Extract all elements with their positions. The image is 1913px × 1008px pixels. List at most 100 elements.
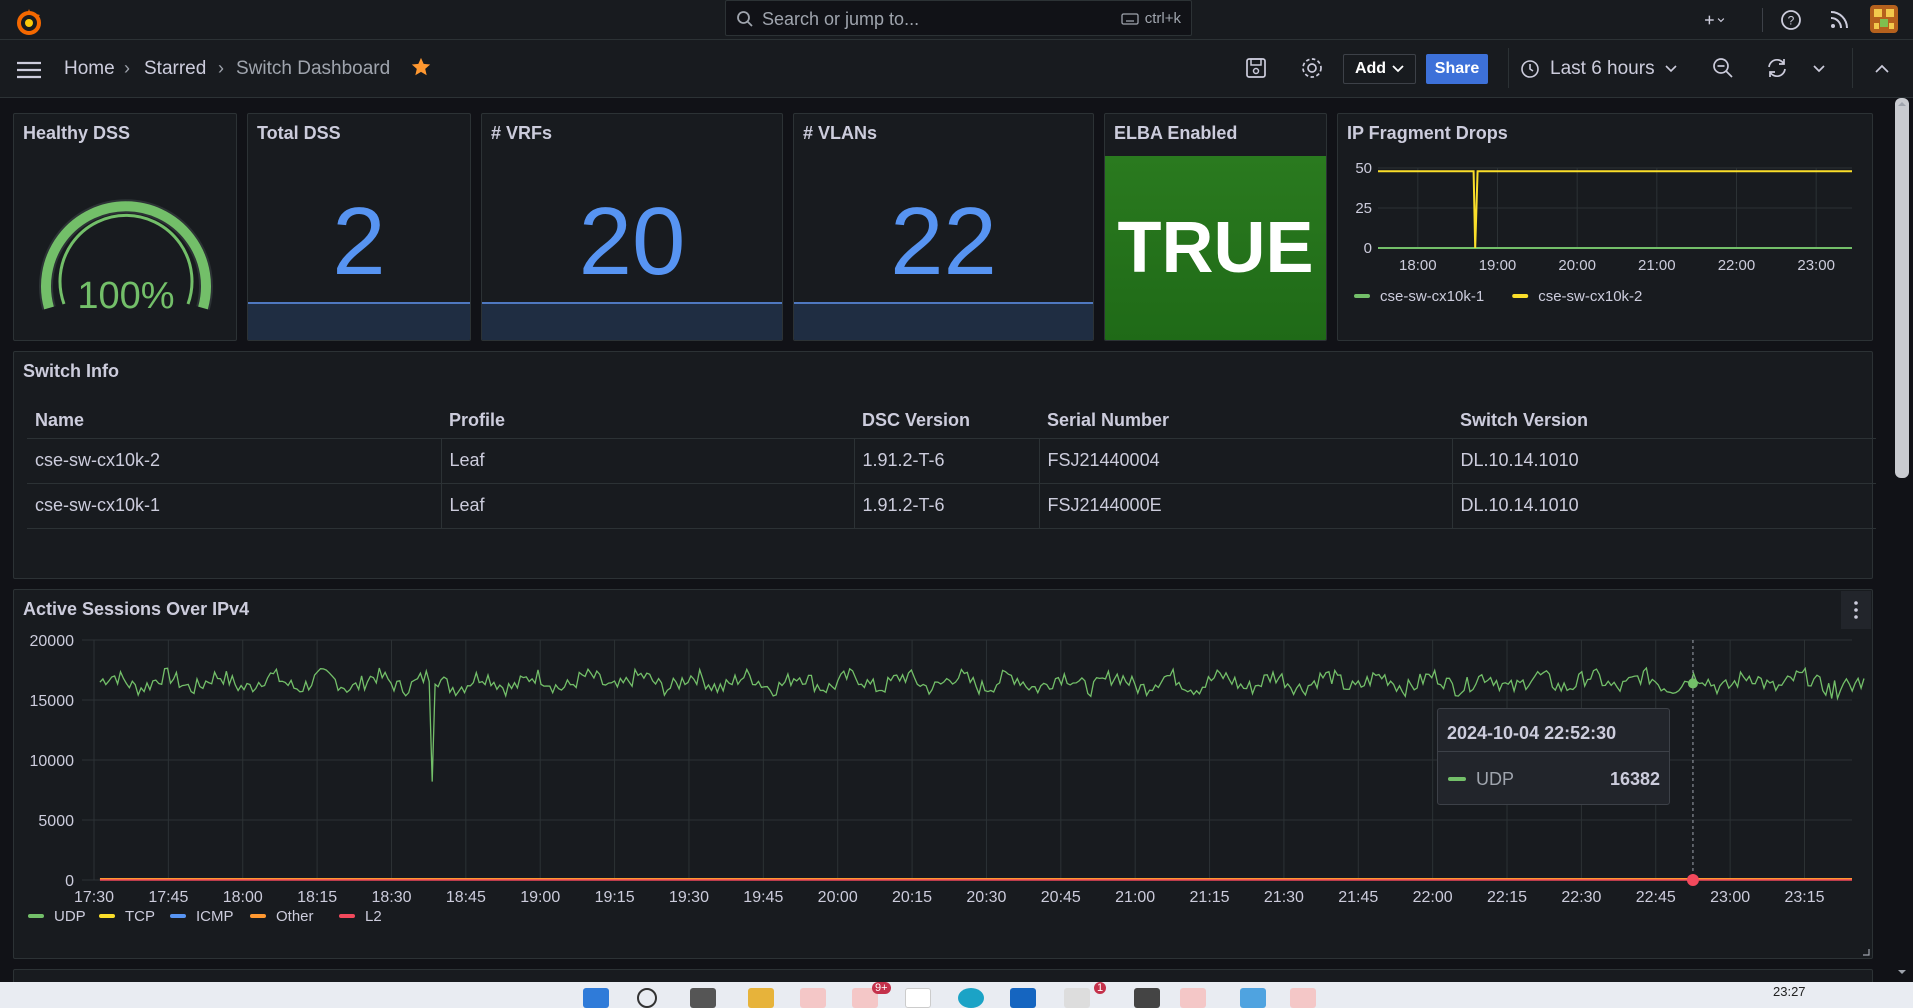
time-picker[interactable]: Last 6 hours (1520, 55, 1677, 83)
column-header-switch-version[interactable]: Switch Version (1452, 404, 1876, 439)
x-tick-label: 20:00 (1558, 257, 1596, 274)
plus-menu-icon[interactable] (1700, 7, 1726, 33)
edge-icon[interactable] (958, 988, 984, 1008)
table-cell: DL.10.14.1010 (1452, 483, 1876, 529)
ip-fragment-chart: 50 25 0 18:00 19:00 20:00 21:00 22:00 23:00 cse-s… (1354, 160, 1852, 305)
stat-value: 20 (578, 188, 686, 295)
panel-title: Switch Info (23, 361, 119, 381)
app-icon[interactable] (800, 988, 826, 1008)
x-tick-label: 20:30 (966, 889, 1006, 906)
breadcrumb-separator: › (124, 58, 130, 78)
x-tick-label: 21:00 (1638, 257, 1676, 274)
breadcrumb-current: Switch Dashboard (236, 58, 391, 79)
scroll-up-icon[interactable] (1896, 100, 1908, 108)
switch-info-panel: Switch Info Name Profile DSC Version Ser… (13, 351, 1876, 579)
share-button[interactable]: Share (1426, 54, 1488, 84)
taskbar-clock[interactable]: 23:27 (1773, 984, 1806, 999)
task-view-icon[interactable] (690, 988, 716, 1008)
share-button-label: Share (1434, 60, 1480, 77)
help-icon[interactable]: ? (1778, 7, 1804, 33)
table-cell: 1.91.2-T-6 (854, 483, 1040, 529)
y-tick-label: 10000 (30, 753, 75, 770)
table-row: cse-sw-cx10k-1 Leaf 1.91.2-T-6 FSJ214400… (27, 483, 1876, 529)
search-icon[interactable] (637, 988, 657, 1008)
search-input[interactable]: Search or jump to... ctrl+k (725, 0, 1192, 36)
chevron-up-icon[interactable] (1874, 64, 1890, 74)
vscode-icon[interactable] (1180, 988, 1206, 1008)
legend-swatch (250, 914, 266, 918)
divider (1508, 48, 1509, 88)
breadcrumb-starred[interactable]: Starred (144, 58, 206, 80)
chart-tooltip: 2024-10-04 22:52:30 UDP 16382 (1437, 708, 1670, 805)
user-avatar-icon[interactable] (1870, 5, 1898, 33)
panel-title: Healthy DSS (23, 123, 131, 143)
chevron-down-icon[interactable] (1812, 64, 1826, 74)
sparkline (794, 302, 1093, 340)
news-feed-icon[interactable] (1826, 7, 1852, 33)
app-icon[interactable] (1064, 988, 1090, 1008)
refresh-icon[interactable] (1764, 55, 1790, 81)
panel-menu-button[interactable] (1841, 591, 1871, 629)
chrome-icon[interactable] (905, 988, 931, 1008)
panel-title: # VRFs (491, 123, 553, 143)
app-icon[interactable] (1290, 988, 1316, 1008)
search-placeholder: Search or jump to... (762, 9, 920, 29)
hover-point (1687, 678, 1698, 689)
column-header-profile[interactable]: Profile (441, 404, 854, 439)
x-tick-label: 20:00 (818, 889, 858, 906)
total-dss-panel: Total DSS 2 (247, 113, 471, 341)
add-button-label: Add (1354, 60, 1387, 77)
scroll-down-icon[interactable] (1896, 968, 1908, 976)
time-range-label: Last 6 hours (1550, 58, 1655, 79)
scrollbar-thumb[interactable] (1895, 98, 1909, 478)
menu-icon[interactable] (16, 60, 42, 80)
x-tick-label: 18:15 (297, 889, 337, 906)
table-cell: Leaf (441, 483, 855, 529)
search-shortcut-label: ctrl+k (1144, 10, 1181, 27)
table-cell: DL.10.14.1010 (1452, 438, 1876, 484)
legend-swatch (28, 914, 44, 918)
tooltip-time: 2024-10-04 22:52:30 (1447, 723, 1617, 743)
gauge: 100% (39, 199, 213, 317)
column-header-name[interactable]: Name (27, 404, 441, 439)
start-icon[interactable] (583, 988, 609, 1008)
x-tick-label: 21:00 (1115, 889, 1155, 906)
stat-value: 2 (332, 188, 386, 295)
column-header-serial-number[interactable]: Serial Number (1039, 404, 1452, 439)
x-tick-label: 22:00 (1718, 257, 1756, 274)
file-explorer-icon[interactable] (748, 988, 774, 1008)
zoom-out-icon[interactable] (1710, 55, 1736, 81)
breadcrumb-home[interactable]: Home (64, 58, 115, 80)
table-header-row: Name Profile DSC Version Serial Number S… (27, 404, 1876, 439)
legend-swatch (99, 914, 115, 918)
legend-label: TCP (125, 908, 155, 925)
tooltip-value: 16382 (1609, 769, 1660, 789)
table-cell: Leaf (441, 438, 855, 484)
vlans-panel: # VLANs 22 (793, 113, 1094, 341)
save-icon[interactable] (1243, 55, 1269, 81)
legend-swatch (1354, 294, 1370, 298)
y-tick-label: 0 (65, 873, 74, 890)
y-tick-label: 15000 (30, 693, 75, 710)
clock-icon (1521, 60, 1539, 78)
panel-title: Total DSS (257, 123, 341, 143)
gear-icon[interactable] (1299, 55, 1325, 81)
divider (1852, 48, 1853, 88)
x-tick-label: 22:30 (1561, 889, 1601, 906)
grafana-logo-icon[interactable] (14, 7, 44, 37)
x-tick-label: 19:00 (1479, 257, 1517, 274)
series-line (1378, 170, 1852, 249)
table-cell: cse-sw-cx10k-2 (27, 438, 442, 484)
column-header-dsc-version[interactable]: DSC Version (854, 404, 1039, 439)
star-icon[interactable] (410, 56, 432, 78)
sparkline (482, 302, 782, 340)
add-button[interactable]: Add (1343, 54, 1416, 84)
resize-handle-icon[interactable] (1862, 948, 1870, 956)
chevron-down-icon (1392, 65, 1404, 73)
terminal-icon[interactable] (1134, 988, 1160, 1008)
notepad-icon[interactable] (1240, 988, 1266, 1008)
outlook-icon[interactable] (1010, 988, 1036, 1008)
search-icon (737, 11, 753, 27)
x-tick-label: 19:15 (595, 889, 635, 906)
svg-text:?: ? (1788, 14, 1795, 28)
